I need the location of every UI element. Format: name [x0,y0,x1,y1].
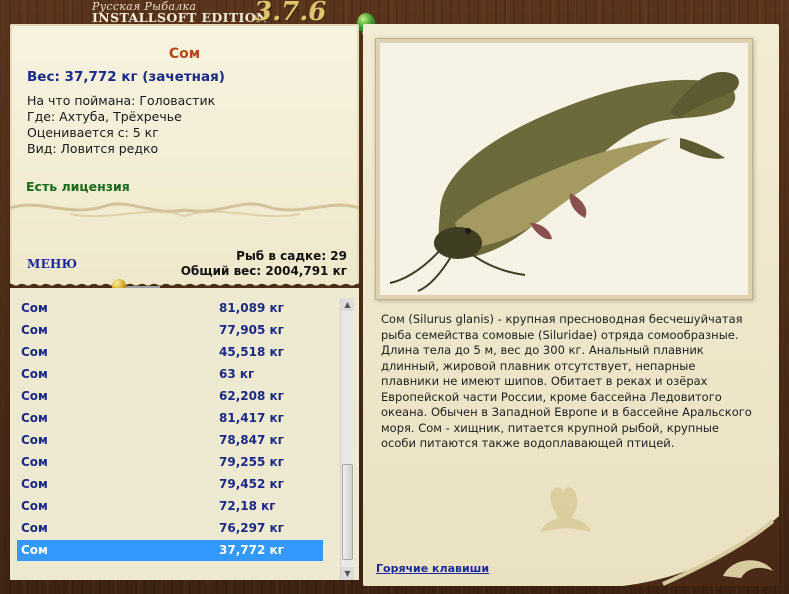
catch-fish-weight: 62,208 кг [219,389,284,403]
catch-list-row[interactable]: Сом 37,772 кг [17,540,323,561]
catch-fish-weight: 45,518 кг [219,345,284,359]
catfish-silhouette-icon [541,487,591,532]
catch-fish-name: Сом [21,367,48,381]
catch-fish-name: Сом [21,433,48,447]
catch-fish-name: Сом [21,477,48,491]
catch-list-row[interactable]: Сом 62,208 кг [17,386,323,407]
catch-list-row[interactable]: Сом 81,089 кг [17,298,323,319]
catch-list-panel: Сом 81,089 кг Сом 77,905 кг Сом 45,518 кг Сом 6… [10,288,359,580]
catch-fish-name: Сом [21,499,48,513]
fish-photo-frame [375,38,753,300]
catch-list-row[interactable]: Сом 63 кг [17,364,323,385]
fish-value: Оценивается с: 5 кг [27,125,159,140]
app-title-main: INSTALLSOFT EDITION [92,10,268,25]
catch-fish-name: Сом [21,521,48,535]
fish-bait: На что поймана: Головастик [27,93,216,108]
catch-fish-name: Сом [21,389,48,403]
catch-fish-name: Сом [21,411,48,425]
catch-list-row[interactable]: Сом 81,417 кг [17,408,323,429]
ornament-divider [10,202,359,218]
catch-list-row[interactable]: Сом 77,905 кг [17,320,323,341]
keepnet-stats: Рыб в садке: 29 Общий вес: 2004,791 кг [181,249,347,279]
catch-fish-name: Сом [21,345,48,359]
scroll-down-arrow-icon[interactable]: ▼ [341,567,354,580]
app-title-banner: Русская Рыбалка INSTALLSOFT EDITION 3.7.… [92,0,332,27]
catch-fish-weight: 79,452 кг [219,477,284,491]
hotkeys-link[interactable]: Горячие клавиши [376,562,489,575]
scroll-thumb[interactable] [342,464,353,560]
catch-list-row[interactable]: Сом 79,255 кг [17,452,323,473]
catch-list-row[interactable]: Сом 72,18 кг [17,496,323,517]
catch-fish-weight: 63 кг [219,367,255,381]
catch-list[interactable]: Сом 81,089 кг Сом 77,905 кг Сом 45,518 кг Сом 6… [17,298,343,568]
fish-location: Где: Ахтуба, Трёхречье [27,109,182,124]
catch-fish-name: Сом [21,323,48,337]
fish-photo [380,43,748,295]
page-curl-decoration [623,516,779,586]
catch-fish-weight: 37,772 кг [219,543,284,557]
app-version: 3.7.6 [254,0,327,27]
catch-list-row[interactable]: Сом 45,518 кг [17,342,323,363]
catch-list-row[interactable]: Сом 78,847 кг [17,430,323,451]
catch-list-row[interactable]: Сом 76,297 кг [17,518,323,539]
catch-fish-weight: 76,297 кг [219,521,284,535]
catch-fish-weight: 81,417 кг [219,411,284,425]
catch-fish-name: Сом [21,301,48,315]
catch-fish-weight: 77,905 кг [219,323,284,337]
scroll-up-arrow-icon[interactable]: ▲ [341,298,354,311]
fish-info-panel: Сом Вес: 37,772 кг (зачетная) На что пой… [10,24,359,290]
catch-list-scrollbar[interactable]: ▲ ▼ [340,298,354,580]
menu-link[interactable]: МЕНЮ [27,257,77,271]
fish-description: Сом (Silurus glanis) - крупная пресновод… [381,312,752,450]
fish-description-panel: Сом (Silurus glanis) - крупная пресновод… [363,24,779,586]
catch-fish-weight: 78,847 кг [219,433,284,447]
fish-rarity: Вид: Ловится редко [27,141,159,156]
catch-fish-name: Сом [21,543,48,557]
catch-list-row[interactable]: Сом 79,452 кг [17,474,323,495]
catch-fish-weight: 81,089 кг [219,301,284,315]
catch-fish-name: Сом [21,455,48,469]
fish-weight: Вес: 37,772 кг (зачетная) [27,69,225,85]
catch-fish-weight: 72,18 кг [219,499,276,513]
license-status: Есть лицензия [26,179,130,194]
catch-fish-weight: 79,255 кг [219,455,284,469]
keepnet-total-weight: Общий вес: 2004,791 кг [180,264,347,278]
keepnet-count: Рыб в садке: 29 [236,249,347,263]
fish-name: Сом [168,46,201,62]
catfish-illustration-icon [389,72,739,292]
